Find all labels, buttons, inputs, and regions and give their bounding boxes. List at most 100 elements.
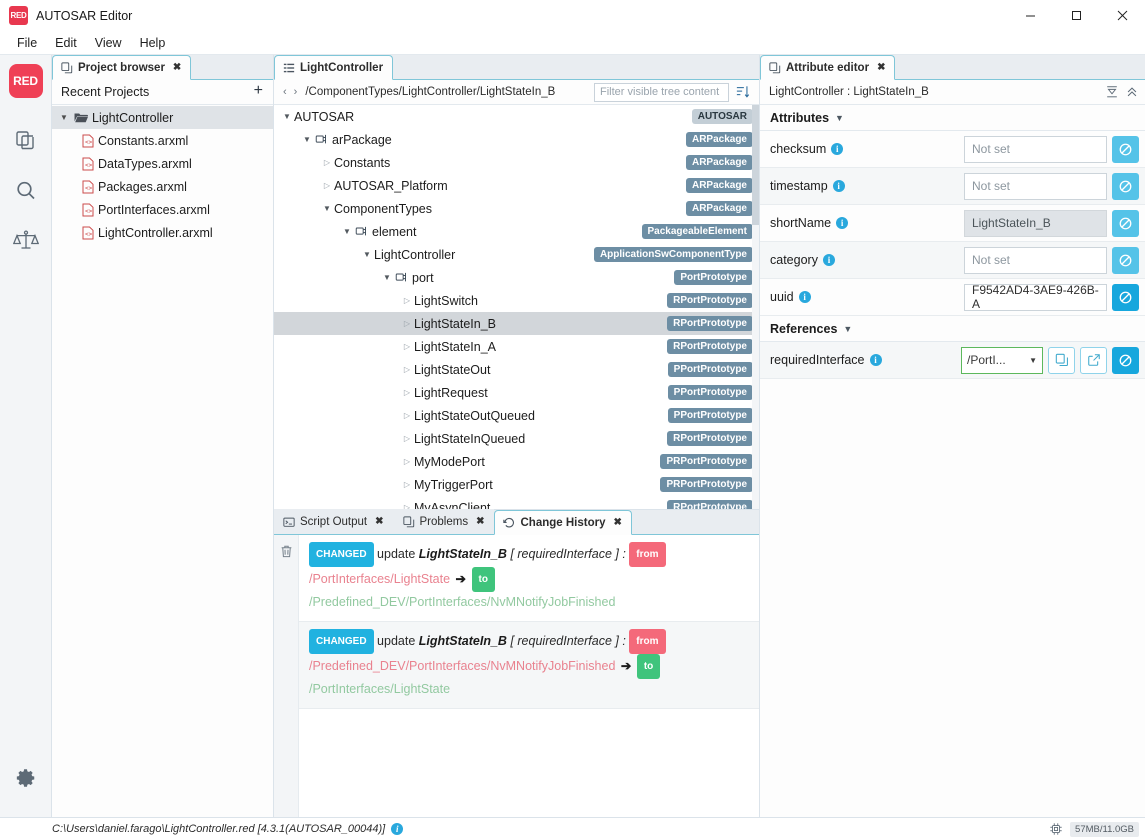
info-icon[interactable]: i (798, 291, 811, 303)
tree-row-element[interactable]: ▼ element PackageableElement (274, 220, 759, 243)
attribute-input-checksum[interactable]: Not set (964, 135, 1107, 163)
tree-row-port[interactable]: ▼ port PortPrototype (274, 266, 759, 289)
clear-uuid-button[interactable] (1112, 283, 1139, 311)
tree-row-lightstatein-b[interactable]: ▷ LightStateIn_B RPortPrototype (274, 312, 759, 335)
tree-row-componenttypes[interactable]: ▼ ComponentTypes ARPackage (274, 197, 759, 220)
tab-project-browser[interactable]: Project browser ✖ (52, 55, 192, 80)
pin-icon[interactable] (1105, 85, 1119, 99)
tree-row-arpackage[interactable]: ▼ arPackage ARPackage (274, 128, 759, 151)
close-icon[interactable]: ✖ (877, 62, 885, 73)
tree-row-lightstateout[interactable]: ▷ LightStateOut PPortPrototype (274, 358, 759, 381)
twisty-right-icon[interactable]: ▷ (400, 503, 414, 509)
twisty-down-icon[interactable]: ▼ (360, 250, 374, 259)
tree-row-lightcontroller[interactable]: ▼ LightController ApplicationSwComponentTy… (274, 243, 759, 266)
list-item[interactable]: <> DataTypes.arxml (52, 152, 273, 175)
info-icon[interactable]: i (832, 180, 845, 192)
history-entry[interactable]: CHANGED update LightStateIn_B [ required… (299, 622, 759, 709)
twisty-right-icon[interactable]: ▷ (320, 181, 334, 190)
twisty-right-icon[interactable]: ▷ (400, 319, 414, 328)
clear-category-button[interactable] (1112, 246, 1139, 274)
info-icon[interactable]: i (831, 143, 844, 155)
clear-reference-button[interactable] (1112, 346, 1139, 374)
tree-row-mytriggerport[interactable]: ▷ MyTriggerPort PRPortPrototype (274, 473, 759, 496)
clear-timestamp-button[interactable] (1112, 172, 1139, 200)
menu-view[interactable]: View (86, 33, 131, 53)
menu-edit[interactable]: Edit (46, 33, 86, 53)
project-root-lightcontroller[interactable]: ▼ LightController (52, 106, 273, 129)
list-item[interactable]: <> PortInterfaces.arxml (52, 198, 273, 221)
search-icon[interactable] (4, 166, 48, 216)
chevron-down-icon[interactable]: ▼ (835, 113, 844, 123)
tree-scrollbar[interactable] (752, 105, 759, 509)
twisty-right-icon[interactable]: ▷ (400, 457, 414, 466)
info-icon[interactable]: i (836, 217, 849, 229)
tab-change-history[interactable]: Change History ✖ (494, 510, 632, 535)
tree-row-lightstatein-a[interactable]: ▷ LightStateIn_A RPortPrototype (274, 335, 759, 358)
scales-icon[interactable] (4, 216, 48, 266)
add-project-button[interactable]: + (252, 83, 265, 101)
tree-row-myasynclient[interactable]: ▷ MyAsynClient RPortPrototype (274, 496, 759, 509)
tree-row-lightrequest[interactable]: ▷ LightRequest PPortPrototype (274, 381, 759, 404)
twisty-right-icon[interactable]: ▷ (400, 434, 414, 443)
attributes-section-header[interactable]: Attributes ▼ (760, 105, 1145, 131)
clear-checksum-button[interactable] (1112, 135, 1139, 163)
close-button[interactable] (1099, 0, 1145, 31)
gear-icon[interactable] (4, 753, 48, 803)
twisty-down-icon[interactable]: ▼ (380, 273, 394, 282)
filter-input[interactable]: Filter visible tree content (594, 82, 729, 102)
info-icon[interactable]: i (391, 823, 404, 835)
twisty-down-icon[interactable]: ▼ (300, 135, 314, 144)
chevron-down-icon[interactable]: ▼ (843, 324, 852, 334)
nav-back-icon[interactable]: ‹ (281, 86, 289, 98)
twisty-right-icon[interactable]: ▷ (400, 296, 414, 305)
tree-row-autosar-platform[interactable]: ▷ AUTOSAR_Platform ARPackage (274, 174, 759, 197)
twisty-down-icon[interactable]: ▼ (340, 227, 354, 236)
list-item[interactable]: <> LightController.arxml (52, 221, 273, 244)
twisty-right-icon[interactable]: ▷ (400, 480, 414, 489)
twisty-right-icon[interactable]: ▷ (320, 158, 334, 167)
memory-indicator[interactable]: 57MB/11.0GB (1070, 821, 1139, 837)
close-icon[interactable]: ✖ (613, 517, 621, 528)
twisty-down-icon[interactable]: ▼ (320, 204, 334, 213)
tree-scrollbar-thumb[interactable] (752, 105, 759, 225)
info-icon[interactable]: i (869, 354, 882, 366)
references-section-header[interactable]: References ▼ (760, 316, 1145, 342)
close-icon[interactable]: ✖ (375, 516, 383, 527)
tree-row-mymodeport[interactable]: ▷ MyModePort PRPortPrototype (274, 450, 759, 473)
list-item[interactable]: <> Packages.arxml (52, 175, 273, 198)
twisty-right-icon[interactable]: ▷ (400, 411, 414, 420)
tree-row-lightstateoutqueued[interactable]: ▷ LightStateOutQueued PPortPrototype (274, 404, 759, 427)
tab-attribute-editor[interactable]: Attribute editor ✖ (760, 55, 896, 80)
project-browser-icon[interactable] (4, 116, 48, 166)
twisty-right-icon[interactable]: ▷ (400, 388, 414, 397)
attribute-input-uuid[interactable]: F9542AD4-3AE9-426B-A (964, 283, 1107, 311)
clear-shortname-button[interactable] (1112, 209, 1139, 237)
twisty-right-icon[interactable]: ▷ (400, 342, 414, 351)
twisty-down-icon[interactable]: ▼ (280, 112, 294, 121)
tree-row-lightstateinqueued[interactable]: ▷ LightStateInQueued RPortPrototype (274, 427, 759, 450)
info-icon[interactable]: i (822, 254, 835, 266)
tree-row-lightswitch[interactable]: ▷ LightSwitch RPortPrototype (274, 289, 759, 312)
tree-row-constants[interactable]: ▷ Constants ARPackage (274, 151, 759, 174)
attribute-input-category[interactable]: Not set (964, 246, 1107, 274)
twisty-down-icon[interactable]: ▼ (58, 113, 70, 122)
nav-forward-icon[interactable]: › (292, 86, 300, 98)
collapse-all-icon[interactable] (1125, 85, 1139, 99)
menu-help[interactable]: Help (131, 33, 175, 53)
minimize-button[interactable] (1007, 0, 1053, 31)
tree-row-autosar[interactable]: ▼ AUTOSAR AUTOSAR (274, 105, 759, 128)
history-entry[interactable]: CHANGED update LightStateIn_B [ required… (299, 535, 759, 622)
list-item[interactable]: <> Constants.arxml (52, 129, 273, 152)
maximize-button[interactable] (1053, 0, 1099, 31)
tab-problems[interactable]: Problems ✖ (393, 509, 495, 534)
tab-script-output[interactable]: Script Output ✖ (274, 509, 394, 534)
required-interface-dropdown[interactable]: /PortI... ▼ (961, 346, 1043, 374)
sort-icon[interactable] (732, 85, 754, 99)
close-icon[interactable]: ✖ (476, 516, 484, 527)
attribute-input-timestamp[interactable]: Not set (964, 172, 1107, 200)
menu-file[interactable]: File (8, 33, 46, 53)
twisty-right-icon[interactable]: ▷ (400, 365, 414, 374)
copy-reference-button[interactable] (1048, 346, 1075, 374)
close-icon[interactable]: ✖ (173, 62, 181, 73)
tab-lightcontroller[interactable]: LightController (274, 55, 394, 80)
